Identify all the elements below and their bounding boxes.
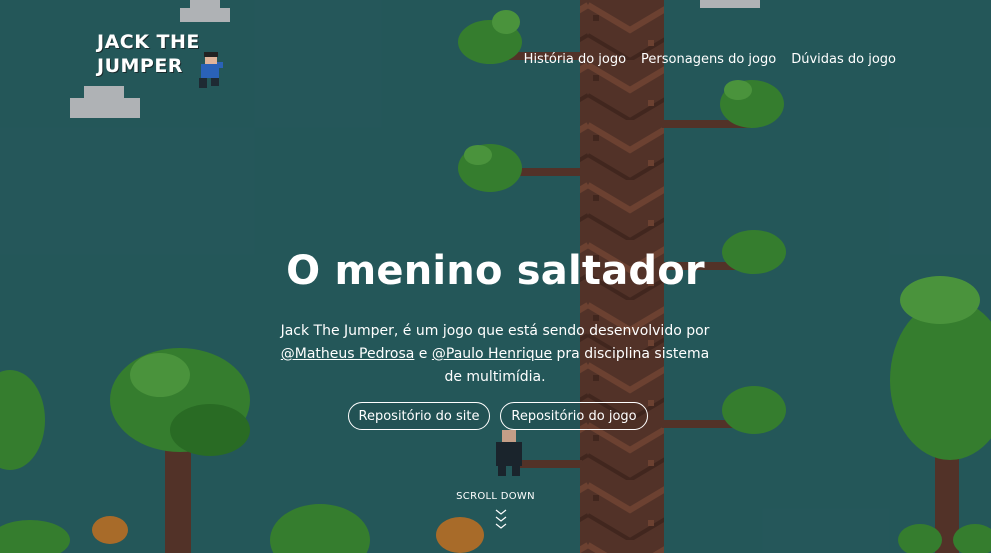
site-logo[interactable]: JACK THE JUMPER	[97, 30, 237, 90]
hero-title: O menino saltador	[286, 248, 705, 294]
author-link-matheus[interactable]: @Matheus Pedrosa	[281, 346, 415, 362]
game-repo-button[interactable]: Repositório do jogo	[500, 402, 648, 430]
author-link-paulo[interactable]: @Paulo Henrique	[432, 346, 552, 362]
hero-text-part2: e	[414, 346, 432, 362]
nav-item-historia[interactable]: História do jogo	[524, 52, 626, 67]
player-sprite-icon	[195, 52, 225, 98]
scroll-down-label[interactable]: SCROLL DOWN	[0, 491, 991, 502]
nav-item-personagens[interactable]: Personagens do jogo	[641, 52, 776, 67]
site-repo-button[interactable]: Repositório do site	[348, 402, 490, 430]
nav-item-duvidas[interactable]: Dúvidas do jogo	[791, 52, 896, 67]
chevron-down-icon[interactable]	[495, 509, 507, 535]
logo-line-1: JACK THE	[97, 31, 200, 53]
main-nav: História do jogo Personagens do jogo Dúv…	[524, 52, 896, 67]
hero-text-part1: Jack The Jumper, é um jogo que está send…	[280, 323, 710, 339]
hero-description: Jack The Jumper, é um jogo que está send…	[270, 320, 720, 389]
